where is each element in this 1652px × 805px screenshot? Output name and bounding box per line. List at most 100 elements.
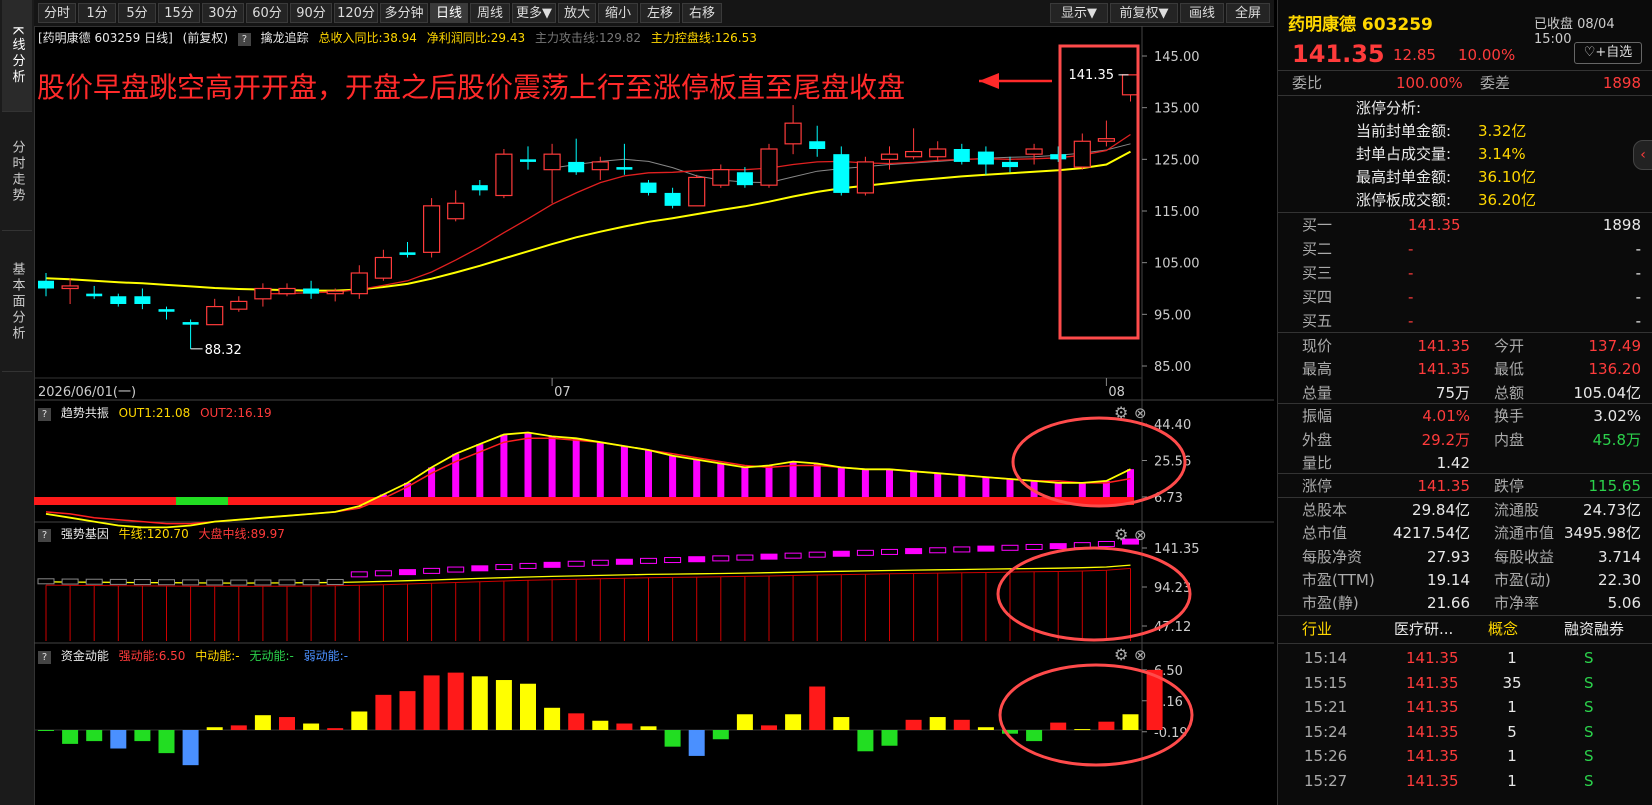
trend-bar [596, 442, 604, 497]
fund-bar [1074, 729, 1091, 731]
fund-bar [640, 726, 657, 730]
book-price: - [1408, 312, 1414, 330]
toolbar-btn-10[interactable]: 周线 [470, 3, 510, 23]
y-tick-label: 135.00 [1154, 102, 1200, 117]
tab-intraday[interactable]: 分时走势 [2, 113, 32, 231]
add-watchlist-button[interactable]: ♡+自选 [1574, 42, 1642, 64]
book-label: 买三 [1302, 264, 1333, 282]
candle-body [110, 296, 127, 304]
candle-body [374, 256, 392, 279]
gear-icon[interactable]: ⚙ [1114, 403, 1128, 422]
close-icon[interactable]: ⊗ [1134, 526, 1147, 544]
book-label: 买一 [1302, 216, 1333, 234]
toolbar-btn-7[interactable]: 120分 [334, 3, 378, 23]
fund-bar [399, 691, 416, 730]
gene-block [1097, 540, 1115, 547]
close-icon[interactable]: ⊗ [1134, 646, 1147, 664]
gene-block [519, 562, 537, 569]
stat-value: 141.35 [1417, 360, 1471, 379]
candle-body [86, 293, 103, 297]
fund-none: 无动能:- [249, 649, 294, 663]
fund-bar [351, 711, 368, 730]
help-icon[interactable]: ? [38, 408, 51, 421]
gene-block [929, 547, 947, 554]
fund-bar [423, 675, 440, 730]
book-row[interactable]: 买五 - - [1278, 309, 1652, 333]
stat-value: 3495.98亿 [1563, 524, 1641, 543]
toolbar-btn-6[interactable]: 90分 [290, 3, 332, 23]
toolbar-btn-5[interactable]: 60分 [246, 3, 288, 23]
trend-bar [717, 463, 725, 497]
gene-block [206, 579, 224, 586]
toolbar-btn-8[interactable]: 多分钟 [380, 3, 428, 23]
stat-label: 总额 [1494, 383, 1525, 402]
toolbar-right-btn-3[interactable]: 全屏 [1226, 3, 1270, 23]
tab-fundamentals[interactable]: 基本面分析 [2, 232, 32, 372]
candle-body [568, 161, 585, 173]
limit-row-label: 当前封单金额: [1356, 122, 1452, 140]
toolbar-right-btn-2[interactable]: 画线 [1180, 3, 1224, 23]
toolbar-btn-1[interactable]: 1分 [78, 3, 116, 23]
gene-block [832, 550, 850, 557]
candle-body [471, 185, 488, 191]
tick-volume: 1 [1507, 771, 1517, 790]
toolbar-btn-4[interactable]: 30分 [202, 3, 244, 23]
stat-value: 5.06 [1607, 594, 1641, 613]
book-row[interactable]: 买一 141.35 1898 [1278, 213, 1652, 237]
tags-row: 行业 医疗研... 概念 融资融券 [1278, 617, 1652, 641]
trend-bar [572, 438, 580, 497]
industry-value[interactable]: 医疗研... [1394, 617, 1453, 641]
stat-label: 涨停 [1302, 477, 1333, 496]
concept-label[interactable]: 概念 [1488, 617, 1518, 641]
trend-name[interactable]: 趋势共振 [61, 406, 109, 420]
toolbar-btn-2[interactable]: 5分 [118, 3, 156, 23]
annotation-arrowhead [979, 73, 999, 89]
toolbar-btn-9[interactable]: 日线 [430, 3, 468, 23]
stat-label: 今开 [1494, 337, 1525, 355]
book-row[interactable]: 买三 - - [1278, 261, 1652, 285]
toolbar-btn-3[interactable]: 15分 [158, 3, 200, 23]
stat-label: 最低 [1494, 360, 1525, 379]
weibi-row: 委比 100.00% 委差 1898 [1278, 71, 1652, 95]
stat-row: 振幅 4.01% 换手 3.02% [1278, 404, 1652, 428]
book-row[interactable]: 买四 - - [1278, 285, 1652, 309]
gear-icon[interactable]: ⚙ [1114, 525, 1128, 544]
book-row[interactable]: 买二 - - [1278, 237, 1652, 261]
help-icon[interactable]: ? [38, 529, 51, 542]
toolbar-btn-14[interactable]: 左移 [640, 3, 680, 23]
help-icon[interactable]: ? [38, 651, 51, 664]
gene-name[interactable]: 强势基因 [61, 527, 109, 541]
gene-block [808, 551, 826, 558]
fund-name[interactable]: 资金动能 [61, 649, 109, 663]
toolbar-btn-0[interactable]: 分时 [38, 3, 76, 23]
limit-row-value: 3.32亿 [1478, 122, 1527, 140]
gene-block [736, 554, 754, 561]
tab-kline-analysis[interactable]: K线分析 [2, 0, 32, 112]
candle-body [664, 192, 681, 206]
gear-icon[interactable]: ⚙ [1114, 645, 1128, 664]
close-icon[interactable]: ⊗ [1134, 404, 1147, 422]
collapse-arrow-icon[interactable]: ‹ [1633, 140, 1652, 170]
toolbar-btn-11[interactable]: 更多▼ [512, 3, 556, 23]
tick-time: 15:14 [1304, 649, 1348, 667]
toolbar-right-btn-0[interactable]: 显示▼ [1050, 3, 1108, 23]
limit-row-label: 涨停板成交额: [1356, 191, 1452, 209]
toolbar-btn-13[interactable]: 缩小 [598, 3, 638, 23]
gene-block [61, 578, 79, 585]
toolbar-btn-12[interactable]: 放大 [558, 3, 596, 23]
fund-bar [736, 714, 753, 730]
margin-label[interactable]: 融资融券 [1564, 617, 1624, 641]
gene-block [302, 579, 320, 586]
trend-bar [1054, 482, 1062, 497]
fund-bar [206, 727, 223, 730]
stat-label: 跌停 [1494, 477, 1525, 496]
toolbar-btn-15[interactable]: 右移 [682, 3, 722, 23]
candle-body [447, 202, 465, 220]
left-tab-bar: K线分析 分时走势 基本面分析 [0, 0, 35, 805]
gene-block [615, 558, 633, 565]
tick-price: 141.35 [1406, 722, 1459, 741]
gene-block [953, 546, 971, 553]
stat-row: 市盈(静) 21.66 市净率 5.06 [1278, 591, 1652, 615]
toolbar-right-btn-1[interactable]: 前复权▼ [1110, 3, 1178, 23]
fund-bar [905, 719, 922, 730]
